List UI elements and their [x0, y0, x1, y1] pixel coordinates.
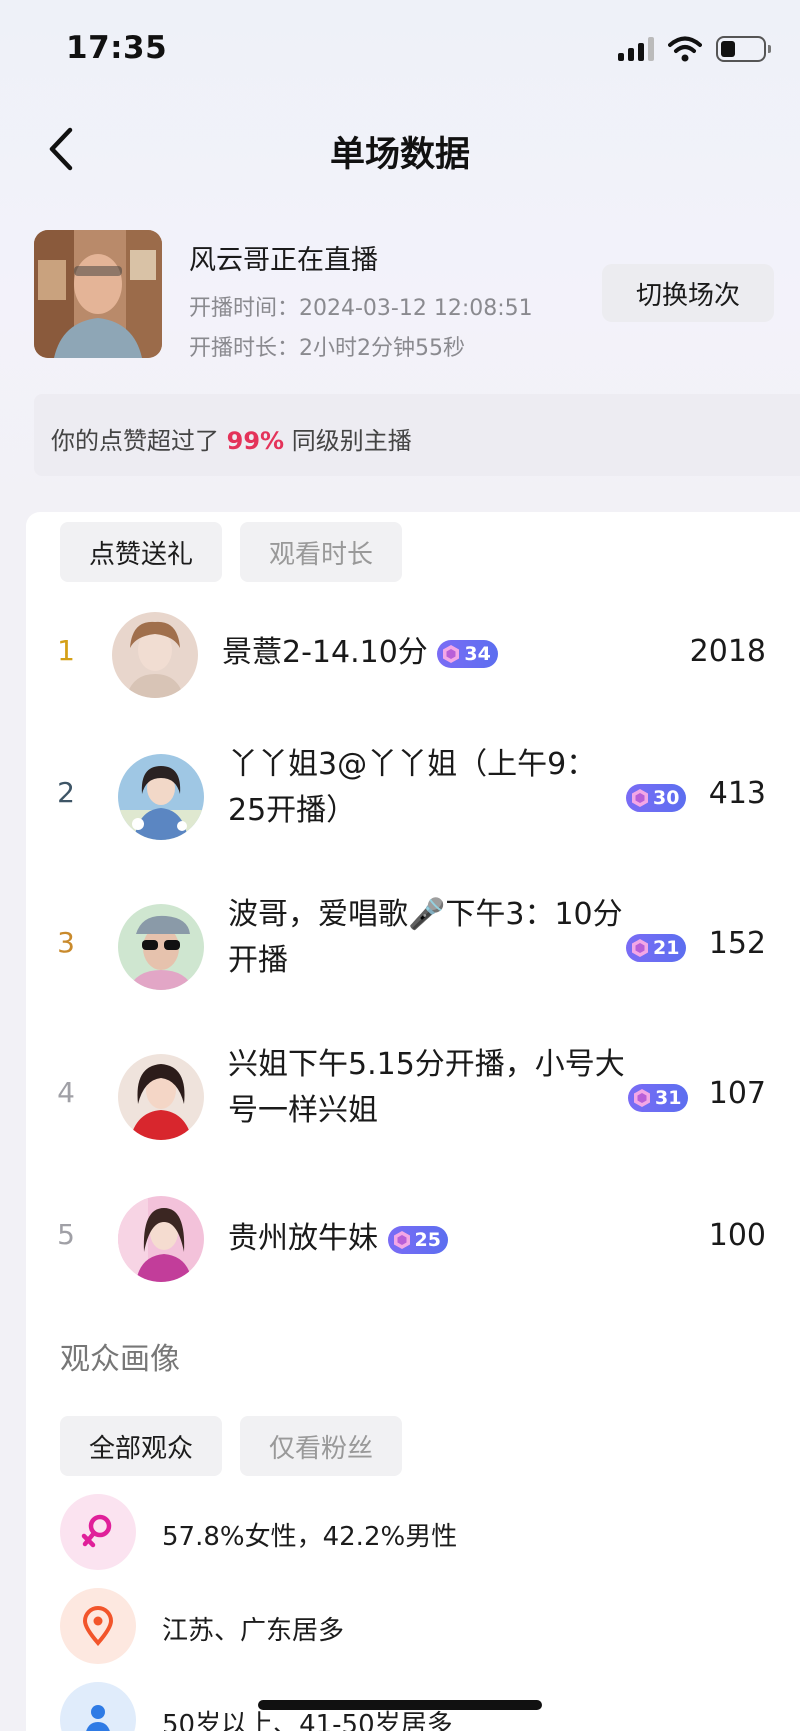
rank-name-line: 贵州放牛妹 25	[228, 1216, 448, 1262]
fan-level: 25	[414, 1228, 441, 1251]
cellular-signal-icon	[618, 37, 654, 61]
rank-row[interactable]: 5 贵州放牛妹 25 100	[26, 1184, 800, 1294]
data-panel: 点赞送礼 观看时长 1 景薏2-14.10分 34 2018 2 丫丫姐3@丫丫…	[26, 512, 800, 1731]
notice-percent: 99%	[226, 427, 285, 455]
gem-icon	[443, 644, 460, 663]
rank-number: 5	[57, 1218, 75, 1251]
home-indicator[interactable]	[258, 1700, 542, 1710]
rank-number: 1	[57, 634, 75, 667]
nav-bar: 单场数据	[0, 110, 800, 186]
live-session-card: 风云哥正在直播 开播时间：2024-03-12 12:08:51 开播时长：2小…	[34, 230, 774, 361]
gem-icon	[632, 939, 648, 957]
rank-value: 100	[708, 1218, 766, 1253]
avatar	[118, 1196, 204, 1282]
fan-level: 30	[653, 787, 680, 809]
avatar	[118, 754, 204, 840]
fan-level-badge: 30	[626, 784, 687, 812]
female-gender-icon	[60, 1494, 136, 1570]
rank-name: 景薏2-14.10分	[222, 635, 428, 670]
rank-value: 107	[708, 1076, 766, 1111]
rank-row[interactable]: 4 兴姐下午5.15分开播，小号大号一样兴姐 31 107	[26, 1042, 800, 1152]
live-cover-image	[34, 230, 162, 358]
likes-notice: 你的点赞超过了 99% 同级别主播	[34, 394, 800, 476]
rank-number: 3	[57, 926, 75, 959]
rank-number: 2	[57, 776, 75, 809]
rank-name: 贵州放牛妹	[228, 1221, 378, 1256]
person-icon	[60, 1682, 136, 1731]
tab-fans-only[interactable]: 仅看粉丝	[240, 1416, 402, 1476]
status-time: 17:35	[66, 30, 168, 66]
gender-stat-text: 57.8%女性，42.2%男性	[162, 1522, 458, 1552]
rank-name: 兴姐下午5.15分开播，小号大号一样兴姐	[228, 1047, 625, 1128]
fan-level-badge: 21	[626, 934, 687, 962]
avatar	[112, 612, 198, 698]
gem-icon	[393, 1230, 410, 1249]
rank-value: 413	[708, 776, 766, 811]
audience-section-title: 观众画像	[60, 1342, 180, 1377]
rank-name: 波哥，爱唱歌🎤下午3：10分开播	[228, 897, 623, 978]
tab-all-audience[interactable]: 全部观众	[60, 1416, 222, 1476]
switch-session-button[interactable]: 切换场次	[602, 264, 774, 322]
live-duration: 开播时长：2小时2分钟55秒	[189, 336, 465, 361]
fan-level-badge: 25	[387, 1225, 448, 1254]
fan-level: 34	[464, 642, 491, 665]
region-stat-text: 江苏、广东居多	[162, 1616, 345, 1646]
battery-icon	[716, 36, 771, 62]
fan-level: 21	[653, 937, 680, 959]
location-pin-icon	[60, 1588, 136, 1664]
fan-level-badge: 31	[628, 1084, 689, 1112]
avatar	[118, 1054, 204, 1140]
audience-tabs: 全部观众 仅看粉丝	[60, 1416, 402, 1476]
rank-number: 4	[57, 1076, 75, 1109]
fan-level-badge: 34	[437, 639, 498, 668]
tab-watch-time[interactable]: 观看时长	[240, 522, 402, 582]
tab-likes-gifts[interactable]: 点赞送礼	[60, 522, 222, 582]
region-stat: 江苏、广东居多	[60, 1588, 760, 1664]
avatar	[118, 904, 204, 990]
page-title: 单场数据	[329, 135, 470, 175]
fan-level: 31	[655, 1087, 682, 1109]
rank-row[interactable]: 2 丫丫姐3@丫丫姐（上午9：25开播） 30 413	[26, 742, 800, 852]
status-icons	[618, 36, 771, 62]
notice-prefix: 你的点赞超过了	[51, 427, 219, 455]
rank-tabs: 点赞送礼 观看时长	[60, 522, 402, 582]
gem-icon	[634, 1089, 650, 1107]
rank-value: 152	[708, 926, 766, 961]
wifi-icon	[668, 36, 702, 62]
notice-suffix: 同级别主播	[291, 427, 412, 455]
gem-icon	[632, 789, 648, 807]
rank-name-line: 景薏2-14.10分 34	[222, 630, 498, 676]
rank-value: 2018	[689, 634, 766, 669]
rank-name: 丫丫姐3@丫丫姐（上午9：25开播）	[228, 747, 597, 828]
gender-stat: 57.8%女性，42.2%男性	[60, 1494, 760, 1570]
live-start-time: 开播时间：2024-03-12 12:08:51	[189, 296, 533, 321]
rank-row[interactable]: 3 波哥，爱唱歌🎤下午3：10分开播 21 152	[26, 892, 800, 1002]
rank-row[interactable]: 1 景薏2-14.10分 34 2018	[26, 608, 800, 702]
status-bar: 17:35	[0, 0, 800, 100]
live-title: 风云哥正在直播	[189, 245, 378, 276]
